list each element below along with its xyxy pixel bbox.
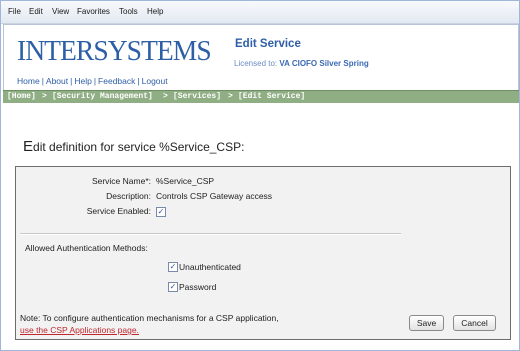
menu-file[interactable]: File [8,1,21,23]
link-about[interactable]: About [46,76,68,86]
unauthenticated-checkbox[interactable]: ✓ [168,262,178,272]
breadcrumb-separator: > [228,92,233,101]
service-form: Service Name*: %Service_CSP Description:… [15,166,511,340]
cancel-button[interactable]: Cancel [453,315,496,331]
license-label: Licensed to: [234,59,278,68]
intersystems-logo: INTERSYSTEMS [17,35,212,67]
save-button[interactable]: Save [409,315,444,331]
password-checkbox[interactable]: ✓ [168,282,178,292]
description-label: Description: [106,191,151,201]
top-links: Home | About | Help | Feedback | Logout [17,76,168,86]
page-title: Edit Service [235,38,301,50]
link-help[interactable]: Help [74,76,91,86]
page-header: INTERSYSTEMS Home | About | Help | Feedback | Lo… [3,24,519,91]
menu-bar: File Edit View Favorites Tools Help [1,1,519,24]
link-logout[interactable]: Logout [142,76,168,86]
form-heading: Edit definition for service %Service_CSP… [23,138,244,155]
menu-tools[interactable]: Tools [119,1,138,23]
unauthenticated-label: Unauthenticated [179,262,241,272]
service-enabled-checkbox[interactable]: ✓ [156,207,166,217]
breadcrumb-security-management[interactable]: [Security Management] [52,91,153,103]
menu-edit[interactable]: Edit [29,1,43,23]
password-label: Password [179,282,217,292]
service-name-value: %Service_CSP [156,176,215,186]
auth-methods-label: Allowed Authentication Methods: [25,243,148,253]
heading-text: dit definition for service %Service_CSP: [33,140,245,154]
menu-view[interactable]: View [52,1,69,23]
breadcrumb-services[interactable]: [Services] [173,91,221,103]
license-info: Licensed to: VA CIOFO Silver Spring [234,59,369,68]
note-text: Note: To configure authentication mechan… [20,313,279,323]
menu-help[interactable]: Help [147,1,163,23]
breadcrumb-separator: > [42,92,47,101]
link-feedback[interactable]: Feedback [98,76,135,86]
license-value: VA CIOFO Silver Spring [279,59,369,68]
breadcrumb: [Home] > [Security Management] > [Servic… [3,90,519,103]
service-name-label: Service Name*: [91,176,151,186]
breadcrumb-home[interactable]: [Home] [7,91,36,103]
form-divider [20,233,401,235]
heading-initial: E [23,138,34,155]
csp-applications-link[interactable]: use the CSP Applications page. [20,325,139,335]
menu-favorites[interactable]: Favorites [77,1,110,23]
description-value: Controls CSP Gateway access [156,191,273,201]
breadcrumb-separator: > [163,92,168,101]
service-enabled-label: Service Enabled: [86,206,151,216]
breadcrumb-edit-service[interactable]: [Edit Service] [238,91,305,103]
link-home[interactable]: Home [17,76,40,86]
